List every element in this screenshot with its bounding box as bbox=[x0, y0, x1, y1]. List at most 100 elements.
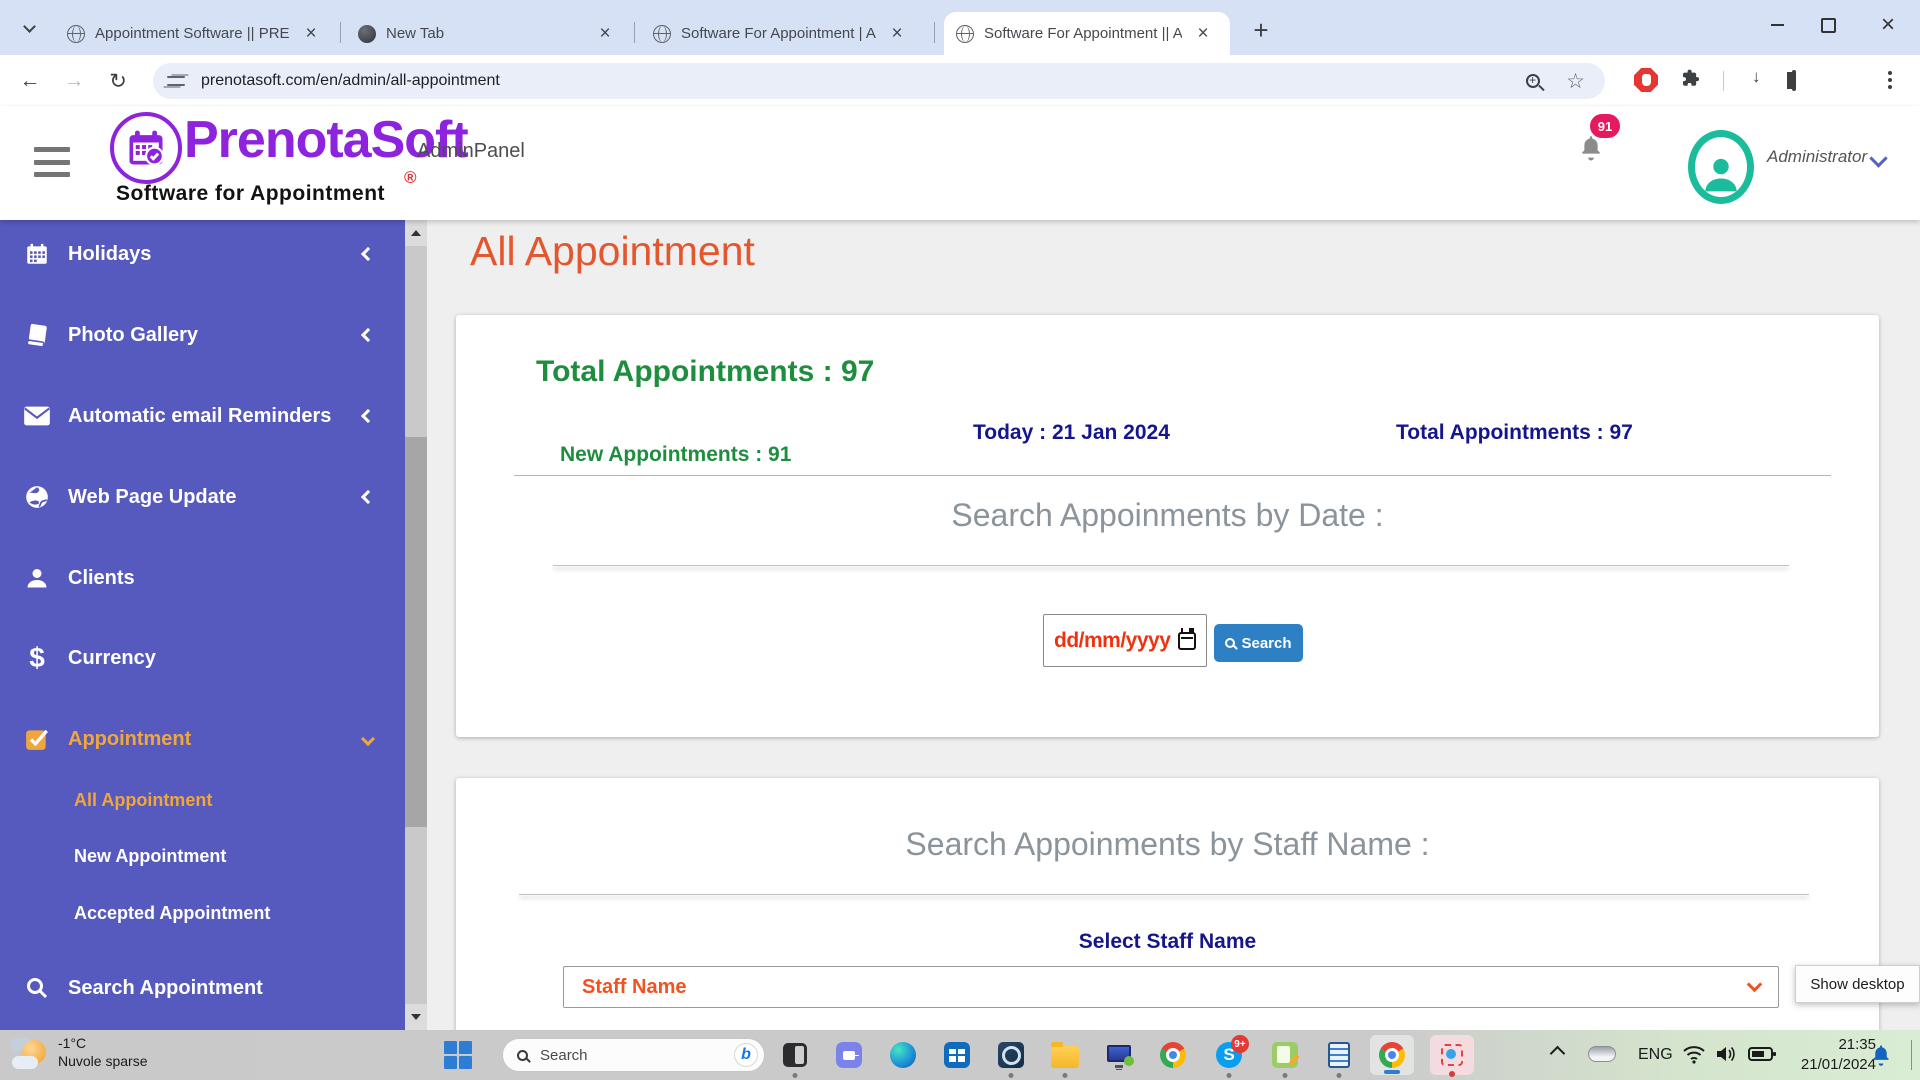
remote-desktop-icon[interactable] bbox=[1102, 1038, 1136, 1072]
taskbar-search-box[interactable]: Search bbox=[502, 1038, 765, 1072]
battery-icon[interactable] bbox=[1748, 1046, 1776, 1067]
sidebar-item-email-reminders[interactable]: Automatic email Reminders bbox=[0, 392, 405, 440]
calendar-logo-icon bbox=[124, 126, 168, 170]
tab-search-caret-icon[interactable] bbox=[12, 11, 46, 45]
sidebar-subitem-all-appointment[interactable]: All Appointment bbox=[74, 780, 212, 820]
window-close-button[interactable] bbox=[1868, 8, 1908, 42]
edge-browser-icon[interactable] bbox=[886, 1038, 920, 1072]
taskbar-clock[interactable]: 21:35 21/01/2024 bbox=[1790, 1035, 1876, 1075]
reload-button[interactable]: ↻ bbox=[102, 65, 134, 97]
notification-center-bell-icon[interactable] bbox=[1868, 1042, 1894, 1073]
windows-start-button[interactable] bbox=[444, 1041, 472, 1069]
taskbar-search-placeholder: Search bbox=[540, 1047, 734, 1064]
browser-menu-kebab-icon[interactable] bbox=[1888, 71, 1892, 89]
onedrive-cloud-icon[interactable] bbox=[1588, 1046, 1616, 1062]
chevron-down-icon bbox=[361, 732, 375, 746]
snipping-tool-icon[interactable] bbox=[1430, 1035, 1474, 1075]
tab-title: Software For Appointment | Ad bbox=[681, 25, 876, 42]
sidebar-subitem-new-appointment[interactable]: New Appointment bbox=[74, 836, 226, 876]
checkbox-check-icon bbox=[22, 726, 52, 752]
task-view-icon[interactable] bbox=[778, 1038, 812, 1072]
tab-close-icon[interactable] bbox=[1192, 23, 1214, 45]
sidebar-item-search-appointment[interactable]: Search Appointment bbox=[0, 964, 405, 1012]
prenotasoft-logo-icon[interactable] bbox=[110, 112, 182, 184]
sidebar-item-holidays[interactable]: Holidays bbox=[0, 230, 405, 278]
sidebar-item-label: Currency bbox=[68, 647, 156, 670]
user-avatar[interactable] bbox=[1688, 130, 1754, 204]
sidebar-item-photo-gallery[interactable]: Photo Gallery bbox=[0, 311, 405, 359]
side-panel-icon[interactable] bbox=[1792, 72, 1796, 90]
tab-title: Appointment Software || PRENO bbox=[95, 25, 290, 42]
zoom-icon[interactable] bbox=[1526, 74, 1540, 88]
chat-icon[interactable] bbox=[832, 1038, 866, 1072]
forward-button[interactable]: → bbox=[58, 65, 90, 97]
notepad-plus-icon[interactable] bbox=[1268, 1038, 1302, 1072]
search-button[interactable]: Search bbox=[1214, 624, 1303, 662]
chrome-active-window-icon[interactable] bbox=[1370, 1035, 1414, 1075]
back-button[interactable]: ← bbox=[14, 65, 46, 97]
skype-icon[interactable]: 9+ bbox=[1212, 1038, 1246, 1072]
url-text[interactable]: prenotasoft.com/en/admin/all-appointment bbox=[201, 72, 1526, 90]
date-input[interactable]: dd/mm/yyyy bbox=[1043, 614, 1207, 667]
bookmark-star-icon[interactable] bbox=[1566, 71, 1585, 92]
notification-count-badge: 91 bbox=[1590, 114, 1620, 138]
total-appointments-stat: Total Appointments : 97 bbox=[1396, 421, 1633, 445]
volume-icon[interactable] bbox=[1714, 1044, 1738, 1069]
weather-widget[interactable] bbox=[8, 1034, 54, 1076]
tab-close-icon[interactable] bbox=[886, 23, 908, 45]
scroll-up-arrow[interactable] bbox=[405, 220, 427, 246]
divider bbox=[519, 894, 1809, 895]
calendar-picker-icon[interactable] bbox=[1178, 632, 1196, 650]
chevron-down-icon bbox=[23, 20, 36, 33]
sidebar-item-currency[interactable]: $ Currency bbox=[0, 634, 405, 682]
tray-time: 21:35 bbox=[1790, 1035, 1876, 1055]
sidebar-item-web-page-update[interactable]: Web Page Update bbox=[0, 473, 405, 521]
scrollbar-thumb[interactable] bbox=[405, 437, 427, 827]
window-minimize-button[interactable] bbox=[1757, 8, 1797, 42]
wifi-icon[interactable] bbox=[1682, 1044, 1706, 1069]
tab-close-icon[interactable] bbox=[300, 23, 322, 45]
scroll-down-arrow[interactable] bbox=[405, 1004, 427, 1030]
tab-2[interactable]: New Tab bbox=[346, 12, 628, 55]
divider bbox=[514, 475, 1831, 476]
main-content: All Appointment Total Appointments : 97 … bbox=[427, 220, 1920, 1030]
microsoft-store-icon[interactable] bbox=[940, 1038, 974, 1072]
file-explorer-icon[interactable] bbox=[1048, 1038, 1082, 1072]
tab-1[interactable]: Appointment Software || PRENO bbox=[55, 12, 335, 55]
tab-3[interactable]: Software For Appointment | Ad bbox=[641, 12, 929, 55]
sidebar-subitem-accepted-appointment[interactable]: Accepted Appointment bbox=[74, 893, 270, 933]
bing-icon[interactable] bbox=[734, 1043, 758, 1067]
extensions-puzzle-icon[interactable] bbox=[1680, 68, 1700, 93]
sidebar-item-appointment[interactable]: Appointment bbox=[0, 715, 405, 763]
address-bar[interactable]: prenotasoft.com/en/admin/all-appointment bbox=[153, 63, 1605, 99]
search-icon bbox=[1225, 638, 1235, 648]
registered-mark: ® bbox=[404, 168, 417, 188]
notes-app-icon[interactable] bbox=[1322, 1038, 1356, 1072]
sidebar-scrollbar[interactable] bbox=[405, 220, 427, 1030]
chrome-icon[interactable] bbox=[1156, 1038, 1190, 1072]
sidebar-subitem-label: Accepted Appointment bbox=[74, 903, 270, 924]
book-icon bbox=[22, 322, 52, 348]
site-settings-icon[interactable] bbox=[167, 74, 185, 88]
notification-bell-icon[interactable]: 91 bbox=[1576, 132, 1606, 164]
staff-name-select[interactable]: Staff Name bbox=[563, 966, 1779, 1008]
adblock-hand-icon bbox=[1634, 68, 1658, 92]
sidebar-item-label: Photo Gallery bbox=[68, 324, 198, 347]
sidebar-item-label: Search Appointment bbox=[68, 977, 263, 1000]
weather-description[interactable]: Nuvole sparse bbox=[58, 1053, 148, 1069]
adblock-extension-icon[interactable] bbox=[1634, 68, 1658, 92]
window-restore-button[interactable] bbox=[1808, 8, 1848, 42]
weather-temperature[interactable]: -1°C bbox=[58, 1035, 86, 1051]
tab-4-active[interactable]: Software For Appointment || All bbox=[944, 12, 1230, 55]
sidebar-item-clients[interactable]: Clients bbox=[0, 554, 405, 602]
photos-app-icon[interactable] bbox=[994, 1038, 1028, 1072]
hamburger-menu-icon[interactable] bbox=[34, 147, 70, 177]
select-staff-label: Select Staff Name bbox=[456, 930, 1879, 954]
tab-close-icon[interactable] bbox=[594, 23, 616, 45]
staff-search-card: Search Appoinments by Staff Name : Selec… bbox=[456, 778, 1879, 1030]
globe-favicon-icon bbox=[956, 25, 974, 43]
show-desktop-edge[interactable] bbox=[1911, 1040, 1912, 1070]
new-tab-button[interactable] bbox=[1246, 15, 1276, 45]
language-indicator[interactable]: ENG bbox=[1638, 1046, 1673, 1064]
tray-chevron-up-icon[interactable] bbox=[1550, 1046, 1566, 1062]
